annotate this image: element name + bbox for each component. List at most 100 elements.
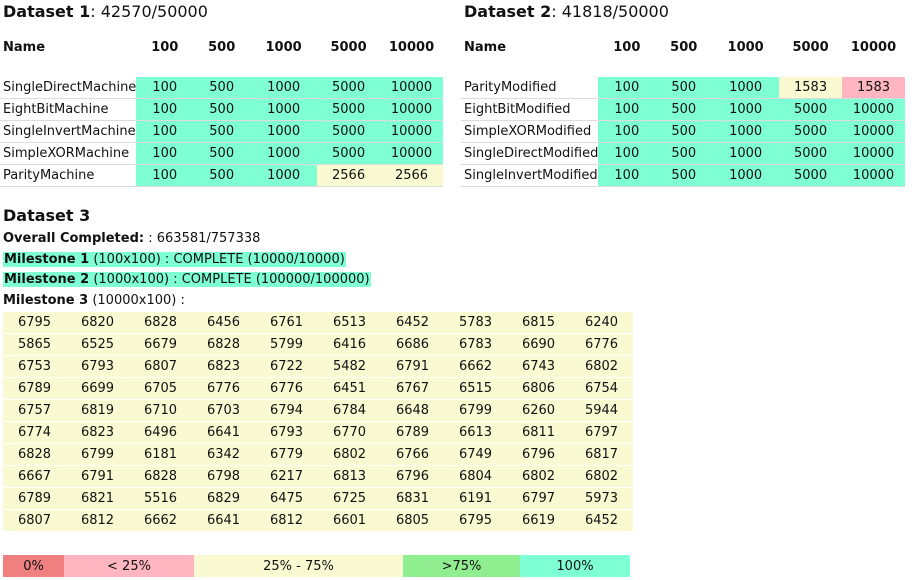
machine-name: SimpleXORModified [461,120,599,143]
grid-cell: 6802 [318,443,381,466]
grid-cell: 6513 [318,312,381,334]
column-header: 1000 [727,39,764,55]
score-cell: 10000 [380,120,443,143]
grid-cell: 6799 [444,399,507,422]
table-row: ParityModified 100 500 1000 1583 1583 [461,77,905,99]
milestone-3: Milestone 3 (10000x100) : [3,291,185,311]
milestone1-status: (100x100) : COMPLETE (10000/10000) [89,252,345,267]
milestone-1: Milestone 1 (100x100) : COMPLETE (10000/… [3,250,346,270]
grid-cell: 6619 [507,509,570,532]
dataset1-title-line: Dataset 1: 42570/50000 [3,0,208,24]
table-row: EightBitMachine 100 500 1000 5000 10000 [0,98,443,121]
grid-row: 5865 6525 6679 6828 5799 6416 6686 6783 6690 6776 [3,333,633,356]
grid-cell: 6770 [318,421,381,444]
table-row: SingleDirectModified 100 500 1000 5000 10000 [461,142,905,165]
grid-cell: 6662 [444,355,507,378]
grid-cell: 6456 [192,312,255,334]
milestone3-grid: 6795 6820 6828 6456 6761 6513 6452 5783 6815 6240… [3,312,633,532]
grid-cell: 6667 [3,465,66,488]
grid-row: 6757 6819 6710 6703 6794 6784 6648 6799 6260 5944 [3,399,633,422]
grid-cell: 6496 [129,421,192,444]
grid-cell: 6342 [192,443,255,466]
grid-cell: 5482 [318,355,381,378]
grid-row: 6789 6821 5516 6829 6475 6725 6831 6191 6797 5973 [3,487,633,510]
grid-cell: 6761 [255,312,318,334]
grid-cell: 5865 [3,333,66,356]
score-cell: 100 [598,120,656,143]
grid-cell: 6705 [129,377,192,400]
score-cell: 5000 [779,142,843,165]
grid-cell: 6811 [507,421,570,444]
score-cell: 2566 [380,164,443,187]
grid-cell: 6828 [129,312,192,334]
column-header: 5000 [792,39,829,55]
grid-cell: 6783 [444,333,507,356]
machine-name: SimpleXORMachine [0,142,137,165]
grid-cell: 6829 [192,487,255,510]
grid-cell: 6452 [570,509,633,532]
grid-cell: 6648 [381,399,444,422]
score-cell: 5000 [317,77,381,99]
machine-name: SingleInvertModified [461,164,599,187]
grid-row: 6807 6812 6662 6641 6812 6601 6805 6795 6619 6452 [3,509,633,532]
grid-cell: 6789 [3,377,66,400]
score-cell: 500 [193,98,251,121]
grid-cell: 6823 [66,421,129,444]
grid-cell: 6807 [129,355,192,378]
score-cell: 10000 [842,142,905,165]
table-row: SimpleXORMachine 100 500 1000 5000 10000 [0,142,443,165]
grid-cell: 5783 [444,312,507,334]
score-cell: 100 [136,98,194,121]
score-cell: 1000 [712,142,780,165]
score-cell: 10000 [380,98,443,121]
legend-item: >75% [403,555,520,577]
grid-cell: 6812 [255,509,318,532]
grid-cell: 6795 [3,312,66,334]
score-cell: 1000 [250,98,318,121]
table-row: SimpleXORModified 100 500 1000 5000 10000 [461,120,905,143]
grid-row: 6795 6820 6828 6456 6761 6513 6452 5783 6815 6240 [3,312,633,334]
milestone1-label: Milestone 1 [4,252,90,267]
score-cell: 5000 [779,120,843,143]
dataset2-title: Dataset 2 [464,2,552,21]
score-cell: 10000 [380,142,443,165]
score-cell: 100 [598,98,656,121]
grid-cell: 5973 [570,487,633,510]
grid-row: 6774 6823 6496 6641 6793 6770 6789 6613 6811 6797 [3,421,633,444]
grid-cell: 6799 [66,443,129,466]
score-cell: 500 [655,142,713,165]
name-column-header: Name [3,39,46,55]
column-header: 1000 [265,39,302,55]
score-cell: 500 [193,142,251,165]
grid-cell: 6743 [507,355,570,378]
score-cell: 1000 [712,77,780,99]
grid-cell: 6710 [129,399,192,422]
color-legend: 0% < 25% 25% - 75% >75% 100% [3,555,630,577]
table-row: EightBitModified 100 500 1000 5000 10000 [461,98,905,121]
grid-cell: 6828 [192,333,255,356]
grid-cell: 6217 [255,465,318,488]
grid-cell: 6725 [318,487,381,510]
grid-cell: 6789 [381,421,444,444]
grid-cell: 6802 [570,355,633,378]
grid-cell: 6813 [318,465,381,488]
dataset1-header-row: Name 100 500 1000 5000 10000 [0,30,443,64]
grid-cell: 6452 [381,312,444,334]
grid-cell: 6831 [381,487,444,510]
grid-cell: 6815 [507,312,570,334]
grid-cell: 6260 [507,399,570,422]
grid-cell: 6641 [192,421,255,444]
milestone3-status: (10000x100) : [88,293,185,308]
score-cell: 5000 [317,98,381,121]
grid-cell: 6796 [381,465,444,488]
score-cell: 1000 [712,98,780,121]
dataset2-header-row: Name 100 500 1000 5000 10000 [461,30,905,64]
dataset2-score: : 41818/50000 [551,2,669,21]
score-cell: 10000 [842,164,905,187]
legend-item: 0% [3,555,64,577]
score-cell: 5000 [317,142,381,165]
milestone2-label: Milestone 2 [4,272,90,287]
legend-item: 25% - 75% [194,555,403,577]
score-cell: 100 [598,164,656,187]
dataset2-table: Name 100 500 1000 5000 10000 ParityModified 10… [461,30,905,187]
